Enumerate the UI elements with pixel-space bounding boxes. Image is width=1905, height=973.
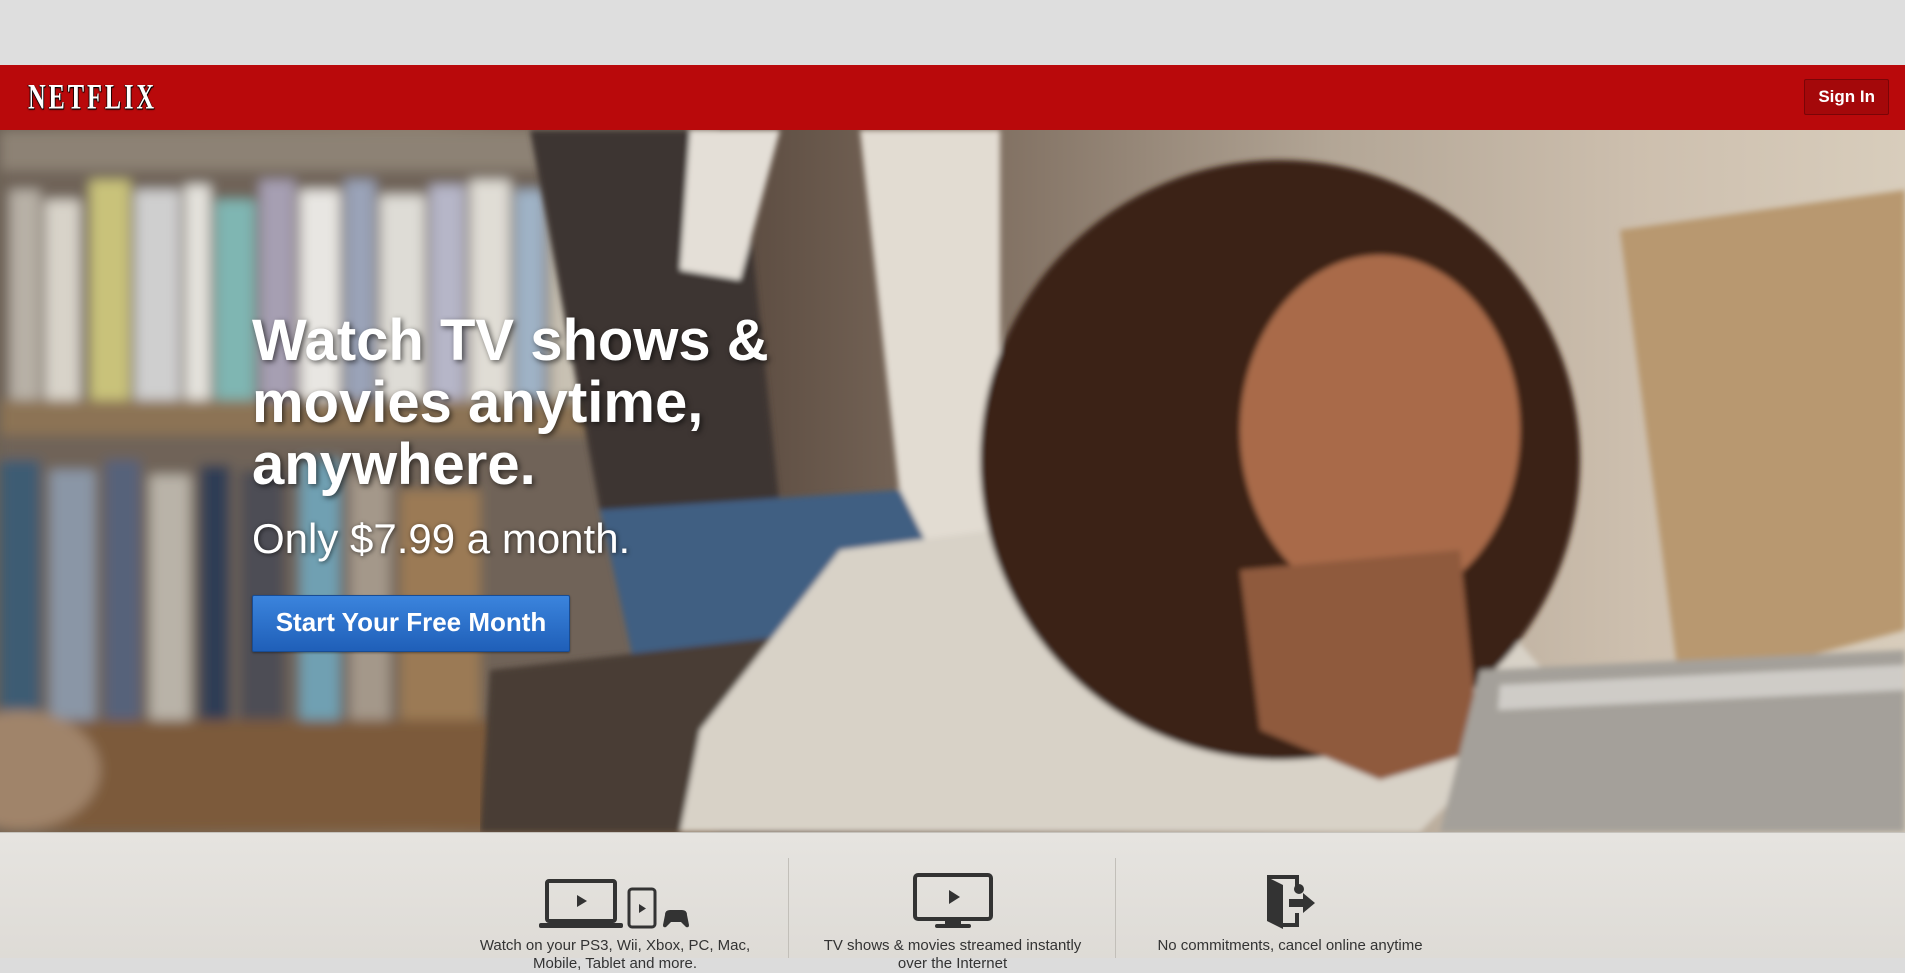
hero-banner: Watch TV shows & movies anytime, anywher… bbox=[0, 130, 1905, 832]
feature-divider bbox=[1115, 858, 1116, 958]
features-bar: Watch on your PS3, Wii, Xbox, PC, Mac, M… bbox=[0, 832, 1905, 972]
site-header: NETFLIX Sign In bbox=[0, 65, 1905, 130]
exit-door-icon bbox=[1130, 859, 1450, 929]
sign-in-button[interactable]: Sign In bbox=[1804, 79, 1889, 115]
netflix-logo[interactable]: NETFLIX bbox=[28, 78, 157, 118]
tv-icon bbox=[800, 859, 1105, 929]
feature-devices: Watch on your PS3, Wii, Xbox, PC, Mac, M… bbox=[460, 833, 770, 972]
feature-no-commitments-caption: No commitments, cancel online anytime bbox=[1157, 937, 1423, 954]
hero-headline: Watch TV shows & movies anytime, anywher… bbox=[252, 308, 769, 497]
hero-price: Only $7.99 a month. bbox=[252, 515, 631, 562]
feature-devices-caption: Watch on your PS3, Wii, Xbox, PC, Mac, M… bbox=[479, 937, 751, 972]
browser-top-strip bbox=[0, 0, 1905, 65]
feature-streaming-caption: TV shows & movies streamed instantly ove… bbox=[823, 937, 1082, 972]
start-free-month-button[interactable]: Start Your Free Month bbox=[252, 595, 570, 652]
devices-icon bbox=[460, 859, 770, 929]
feature-divider bbox=[788, 858, 789, 958]
hero-text: Watch TV shows & movies anytime, anywher… bbox=[252, 310, 872, 562]
feature-no-commitments: No commitments, cancel online anytime bbox=[1130, 833, 1450, 958]
feature-streaming: TV shows & movies streamed instantly ove… bbox=[800, 833, 1105, 972]
